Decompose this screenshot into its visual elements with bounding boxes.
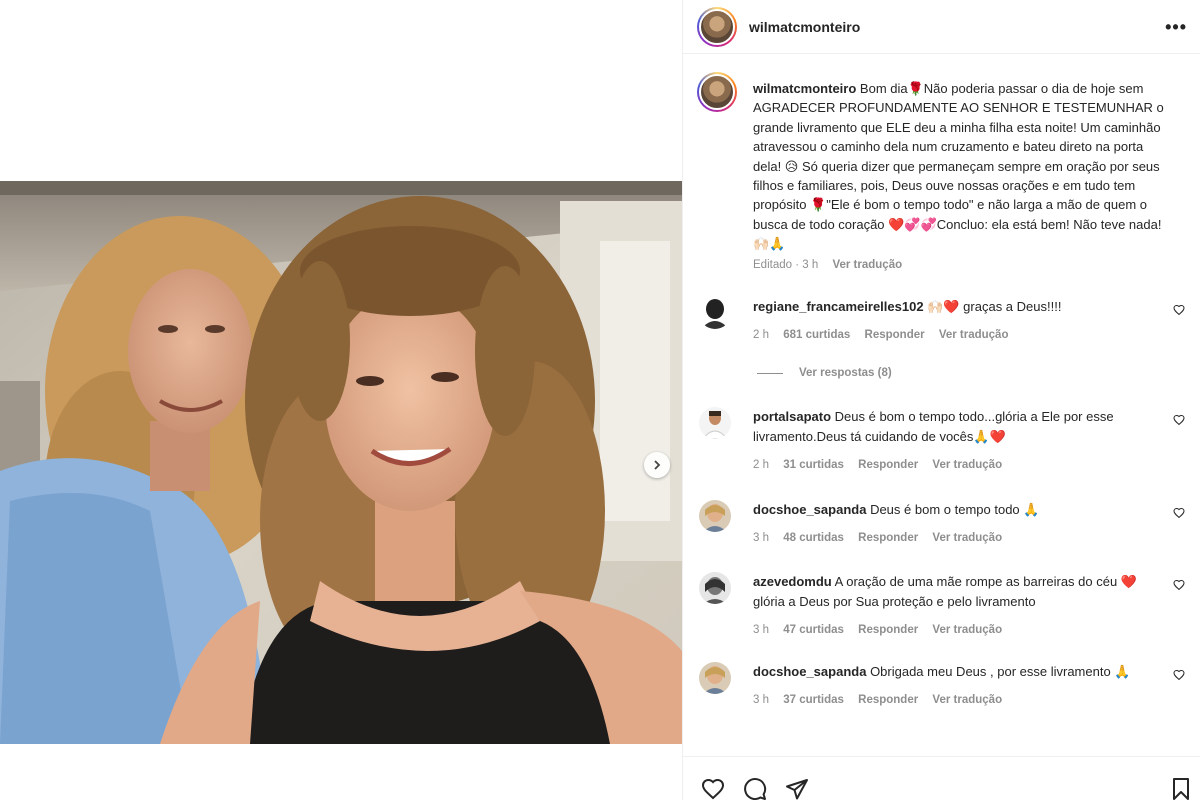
translate-link[interactable]: Ver tradução [932, 624, 1002, 636]
comment-likes[interactable]: 681 curtidas [783, 329, 850, 341]
comment-heart-icon[interactable] [1173, 304, 1185, 316]
comment-time: 3 h [753, 532, 769, 544]
bookmark-icon[interactable] [1169, 777, 1193, 800]
post-side-panel: wilmatcmonteiro ••• wilmatcmonteiro Bom … [682, 0, 1200, 800]
comment-time: 2 h [753, 329, 769, 341]
replies-divider [757, 372, 783, 374]
view-replies-label: Ver respostas (8) [799, 367, 892, 379]
post-header: wilmatcmonteiro ••• [683, 0, 1200, 54]
comment-time: 3 h [753, 624, 769, 636]
commenter-username[interactable]: portalsapato [753, 409, 831, 424]
reply-button[interactable]: Responder [858, 459, 918, 471]
post-photo[interactable] [0, 181, 682, 744]
commenter-avatar[interactable] [699, 572, 731, 604]
comment-meta: 3 h 48 curtidas Responder Ver tradução [753, 528, 1167, 548]
comment-time: 3 h [753, 694, 769, 706]
next-photo-button[interactable] [644, 452, 670, 478]
comment-heart-icon[interactable] [1173, 414, 1185, 426]
comment-body: regiane_francameirelles102 🙌🏻❤️ graças a… [753, 297, 1167, 345]
commenter-avatar[interactable] [699, 407, 731, 439]
post-action-bar [683, 756, 1200, 800]
comment-meta: 2 h 681 curtidas Responder Ver tradução [753, 325, 1167, 345]
caption-translate-link[interactable]: Ver tradução [832, 259, 902, 271]
translate-link[interactable]: Ver tradução [939, 329, 1009, 341]
reply-button[interactable]: Responder [858, 532, 918, 544]
comment-icon[interactable] [743, 777, 767, 800]
media-pane [0, 0, 682, 800]
commenter-avatar[interactable] [699, 662, 731, 694]
author-avatar[interactable] [697, 6, 737, 47]
comment-likes[interactable]: 47 curtidas [783, 624, 844, 636]
comment-meta: 3 h 47 curtidas Responder Ver tradução [753, 620, 1167, 640]
commenter-avatar[interactable] [699, 500, 731, 532]
comment-body: docshoe_sapanda Deus é bom o tempo todo … [753, 500, 1167, 548]
comment-meta: 2 h 31 curtidas Responder Ver tradução [753, 455, 1167, 475]
chevron-right-icon [654, 460, 661, 470]
heart-icon[interactable] [701, 777, 725, 800]
caption-avatar[interactable] [697, 72, 737, 112]
share-icon[interactable] [785, 777, 809, 800]
more-horizontal-icon[interactable]: ••• [1165, 17, 1187, 38]
reply-button[interactable]: Responder [858, 694, 918, 706]
caption-text: Bom dia🌹Não poderia passar o dia de hoje… [753, 81, 1164, 252]
comment-meta: 3 h 37 curtidas Responder Ver tradução [753, 690, 1167, 710]
comment-likes[interactable]: 48 curtidas [783, 532, 844, 544]
commenter-username[interactable]: azevedomdu [753, 574, 832, 589]
caption-body: wilmatcmonteiro Bom dia🌹Não poderia pass… [753, 79, 1173, 275]
comment-text: Obrigada meu Deus , por esse livramento … [870, 664, 1131, 679]
comment-text: 🙌🏻❤️ graças a Deus!!!! [927, 299, 1062, 314]
comment-heart-icon[interactable] [1173, 669, 1185, 681]
commenter-username[interactable]: regiane_francameirelles102 [753, 299, 924, 314]
author-username[interactable]: wilmatcmonteiro [749, 19, 860, 35]
comment-heart-icon[interactable] [1173, 507, 1185, 519]
reply-button[interactable]: Responder [858, 624, 918, 636]
translate-link[interactable]: Ver tradução [932, 694, 1002, 706]
comment-body: portalsapato Deus é bom o tempo todo...g… [753, 407, 1167, 475]
comment-time: 2 h [753, 459, 769, 471]
translate-link[interactable]: Ver tradução [932, 459, 1002, 471]
post-photo-image [0, 181, 682, 744]
comment-text: Deus é bom o tempo todo 🙏 [870, 502, 1040, 517]
translate-link[interactable]: Ver tradução [932, 532, 1002, 544]
comment-body: docshoe_sapanda Obrigada meu Deus , por … [753, 662, 1167, 710]
comment-likes[interactable]: 31 curtidas [783, 459, 844, 471]
comments-list[interactable]: wilmatcmonteiro Bom dia🌹Não poderia pass… [683, 55, 1200, 755]
caption-meta: Editado · 3 h Ver tradução [753, 256, 1173, 275]
comment-heart-icon[interactable] [1173, 579, 1185, 591]
view-replies-button[interactable]: Ver respostas (8) [757, 367, 892, 379]
commenter-username[interactable]: docshoe_sapanda [753, 664, 866, 679]
edited-label: Editado · 3 h [753, 258, 819, 271]
comment-body: azevedomdu A oração de uma mãe rompe as … [753, 572, 1167, 640]
commenter-avatar[interactable] [699, 297, 731, 329]
commenter-username[interactable]: docshoe_sapanda [753, 502, 866, 517]
reply-button[interactable]: Responder [865, 329, 925, 341]
caption-username[interactable]: wilmatcmonteiro [753, 81, 856, 96]
comment-likes[interactable]: 37 curtidas [783, 694, 844, 706]
